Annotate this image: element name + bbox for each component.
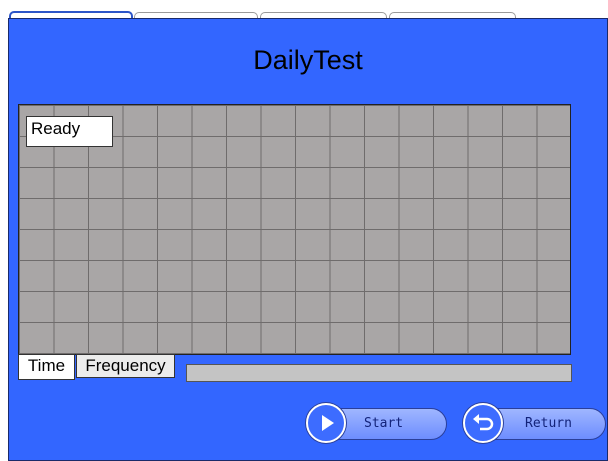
tab-frequency[interactable]: Frequency — [76, 354, 175, 378]
return-button-label: Return — [525, 416, 572, 431]
page-title: DailyTest — [253, 45, 363, 75]
main-panel: DailyTest Ready Time Frequency Start Ret… — [8, 18, 608, 461]
return-button[interactable]: Return — [463, 403, 606, 443]
return-arrow-icon — [463, 403, 503, 443]
progress-bar — [186, 364, 572, 382]
tab-time[interactable]: Time — [18, 354, 75, 380]
start-button-label: Start — [364, 416, 404, 431]
top-tab-strip — [0, 0, 608, 24]
status-label: Ready — [26, 116, 113, 147]
start-button[interactable]: Start — [306, 403, 447, 443]
play-icon — [306, 403, 346, 443]
